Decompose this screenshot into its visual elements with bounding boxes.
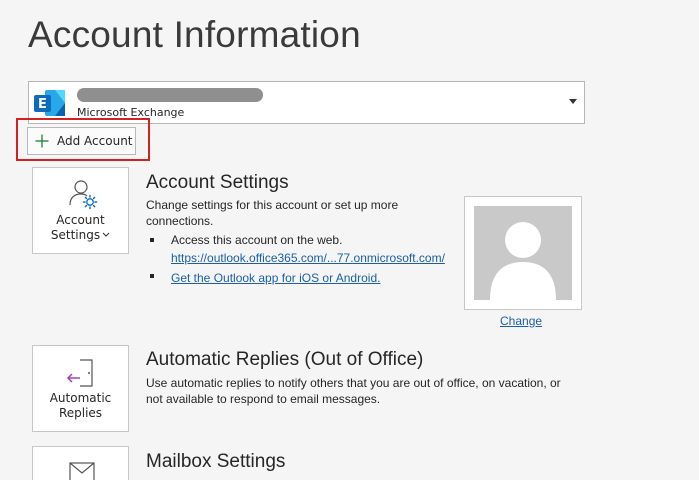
profile-photo-placeholder (474, 206, 572, 300)
exchange-logo-icon: E (34, 90, 65, 116)
add-account-button[interactable]: Add Account (27, 127, 136, 155)
account-settings-button[interactable]: Account Settings (32, 167, 129, 254)
automatic-replies-button[interactable]: Automatic Replies (32, 345, 129, 432)
account-settings-tile-label-1: Account (56, 213, 105, 227)
chevron-down-icon (102, 232, 110, 237)
chevron-down-icon[interactable] (569, 99, 577, 104)
bullet-mobile-app: Get the Outlook app for iOS or Android. (150, 268, 445, 288)
automatic-replies-title: Automatic Replies (Out of Office) (146, 349, 424, 370)
account-settings-icon (69, 180, 98, 210)
automatic-replies-tile-label-1: Automatic (49, 391, 112, 405)
account-settings-description: Change settings for this account or set … (146, 198, 399, 228)
exchange-logo-letter: E (38, 97, 47, 112)
automatic-replies-icon (66, 359, 93, 387)
plus-icon (35, 134, 49, 148)
page-title: Account Information (28, 14, 361, 55)
automatic-replies-tile-label-2: Replies (58, 406, 103, 420)
account-settings-bullets: Access this account on the web. https://… (150, 232, 445, 288)
outlook-mobile-app-link[interactable]: Get the Outlook app for iOS or Android. (171, 271, 380, 285)
mailbox-icon (69, 462, 95, 480)
automatic-replies-description: Use automatic replies to notify others t… (146, 376, 561, 406)
add-account-label: Add Account (57, 134, 133, 148)
profile-photo-frame (464, 196, 582, 310)
outlook-web-link[interactable]: https://outlook.office365.com/...77.onmi… (171, 251, 445, 265)
account-settings-tile-label-2: Settings (50, 228, 101, 242)
account-settings-title: Account Settings (146, 172, 289, 193)
redacted-account-email (77, 88, 263, 102)
mailbox-settings-button[interactable] (32, 446, 129, 480)
person-silhouette-icon (490, 222, 556, 300)
mailbox-settings-title: Mailbox Settings (146, 451, 286, 472)
change-photo-link[interactable]: Change (500, 314, 542, 328)
bullet-web-access: Access this account on the web. (150, 232, 445, 248)
